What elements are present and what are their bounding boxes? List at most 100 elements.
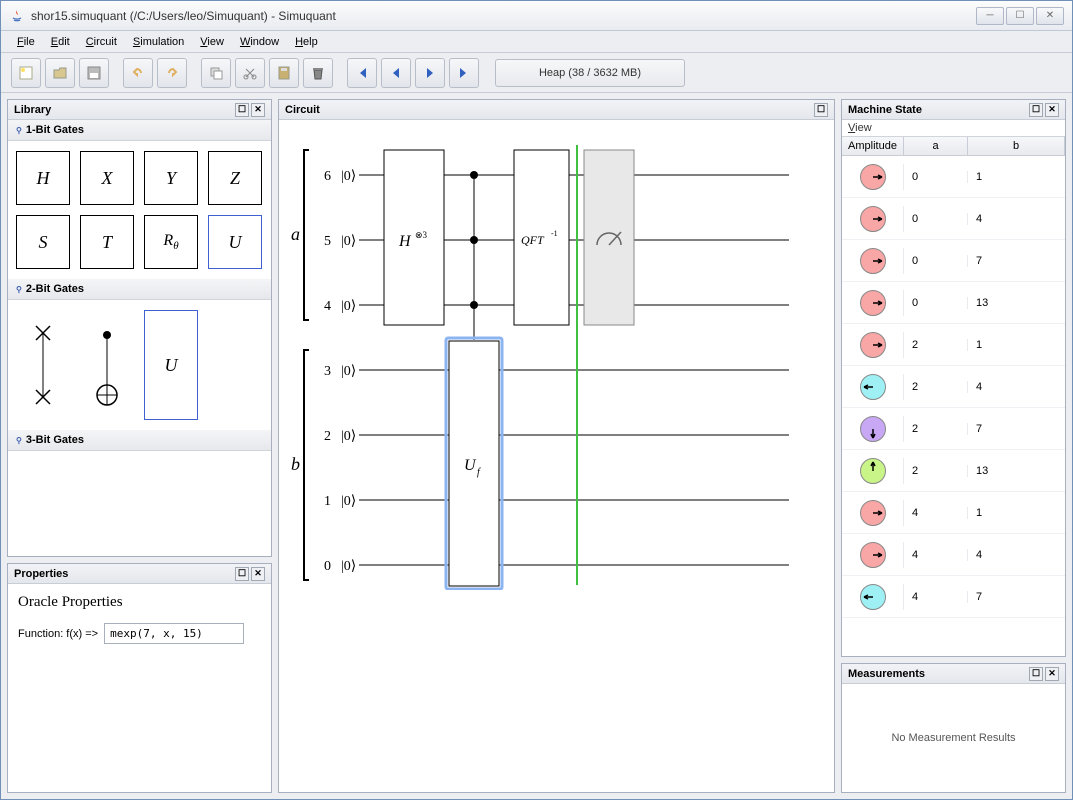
cut-button[interactable]	[235, 58, 265, 88]
state-row[interactable]: 41	[842, 492, 1065, 534]
machine-state-panel: Machine State ☐ ✕ View Amplitude a b 010…	[841, 99, 1066, 657]
menu-simulation[interactable]: Simulation	[127, 34, 190, 50]
new-button[interactable]	[11, 58, 41, 88]
state-row[interactable]: 47	[842, 576, 1065, 618]
java-icon	[9, 8, 25, 24]
svg-text:|0⟩: |0⟩	[341, 299, 356, 314]
menu-help[interactable]: Help	[289, 34, 324, 50]
state-row[interactable]: 27	[842, 408, 1065, 450]
state-header: Amplitude a b	[842, 137, 1065, 156]
svg-text:U: U	[464, 457, 477, 474]
gate-y[interactable]: Y	[144, 151, 198, 205]
svg-text:1: 1	[324, 494, 331, 509]
svg-text:3: 3	[324, 364, 331, 379]
gate-swap[interactable]	[16, 315, 70, 415]
svg-text:b: b	[291, 454, 300, 474]
section-3bit[interactable]: ⚲3-Bit Gates	[8, 430, 271, 451]
undo-button[interactable]	[123, 58, 153, 88]
measurements-title: Measurements	[848, 668, 1027, 680]
gate-cnot[interactable]	[80, 315, 134, 415]
svg-text:6: 6	[324, 169, 331, 184]
gate-rtheta[interactable]: Rθ	[144, 215, 198, 269]
section-1bit[interactable]: ⚲1-Bit Gates	[8, 120, 271, 141]
gate-z[interactable]: Z	[208, 151, 262, 205]
properties-heading: Oracle Properties	[18, 594, 261, 611]
menu-circuit[interactable]: Circuit	[80, 34, 123, 50]
gate-h[interactable]: H	[16, 151, 70, 205]
titlebar: shor15.simuquant (/C:/Users/leo/Simuquan…	[1, 1, 1072, 31]
menu-window[interactable]: Window	[234, 34, 285, 50]
gate-cu[interactable]: U	[144, 310, 198, 420]
menu-view[interactable]: View	[194, 34, 230, 50]
paste-button[interactable]	[269, 58, 299, 88]
last-button[interactable]	[449, 58, 479, 88]
state-row[interactable]: 04	[842, 198, 1065, 240]
panel-close-button[interactable]: ✕	[1045, 667, 1059, 681]
copy-button[interactable]	[201, 58, 231, 88]
svg-text:|0⟩: |0⟩	[341, 234, 356, 249]
save-button[interactable]	[79, 58, 109, 88]
svg-text:⊗3: ⊗3	[415, 230, 428, 240]
svg-text:5: 5	[324, 234, 331, 249]
properties-title: Properties	[14, 568, 233, 580]
toolbar: Heap (38 / 3632 MB)	[1, 53, 1072, 93]
circuit-canvas[interactable]: a b 6 |0⟩ 5 |0⟩ 4 |0⟩	[279, 120, 834, 792]
app-window: shor15.simuquant (/C:/Users/leo/Simuquan…	[0, 0, 1073, 800]
panel-dock-button[interactable]: ☐	[1029, 667, 1043, 681]
state-row[interactable]: 44	[842, 534, 1065, 576]
open-button[interactable]	[45, 58, 75, 88]
measurements-msg: No Measurement Results	[842, 684, 1065, 792]
state-row[interactable]: 213	[842, 450, 1065, 492]
svg-text:4: 4	[324, 299, 331, 314]
svg-text:|0⟩: |0⟩	[341, 559, 356, 574]
gate-t[interactable]: T	[80, 215, 134, 269]
state-row[interactable]: 07	[842, 240, 1065, 282]
svg-text:0: 0	[324, 559, 331, 574]
menu-file[interactable]: File	[11, 34, 41, 50]
properties-panel: Properties ☐ ✕ Oracle Properties Functio…	[7, 563, 272, 793]
redo-button[interactable]	[157, 58, 187, 88]
svg-text:H: H	[398, 233, 412, 250]
panel-dock-button[interactable]: ☐	[235, 567, 249, 581]
state-row[interactable]: 013	[842, 282, 1065, 324]
window-title: shor15.simuquant (/C:/Users/leo/Simuquan…	[31, 9, 976, 23]
state-row[interactable]: 01	[842, 156, 1065, 198]
panel-dock-button[interactable]: ☐	[814, 103, 828, 117]
svg-text:a: a	[291, 224, 300, 244]
panel-close-button[interactable]: ✕	[251, 567, 265, 581]
circuit-title: Circuit	[285, 104, 812, 116]
section-2bit[interactable]: ⚲2-Bit Gates	[8, 279, 271, 300]
menu-edit[interactable]: Edit	[45, 34, 76, 50]
svg-text:|0⟩: |0⟩	[341, 169, 356, 184]
panel-dock-button[interactable]: ☐	[1029, 103, 1043, 117]
svg-text:2: 2	[324, 429, 331, 444]
svg-text:|0⟩: |0⟩	[341, 364, 356, 379]
next-button[interactable]	[415, 58, 445, 88]
svg-text:|0⟩: |0⟩	[341, 429, 356, 444]
panel-close-button[interactable]: ✕	[251, 103, 265, 117]
measurements-panel: Measurements ☐ ✕ No Measurement Results	[841, 663, 1066, 793]
panel-close-button[interactable]: ✕	[1045, 103, 1059, 117]
prev-button[interactable]	[381, 58, 411, 88]
svg-text:-1: -1	[551, 229, 558, 238]
function-label: Function: f(x) =>	[18, 628, 98, 640]
state-row[interactable]: 24	[842, 366, 1065, 408]
gate-s[interactable]: S	[16, 215, 70, 269]
svg-text:QFT: QFT	[521, 233, 545, 247]
heap-indicator[interactable]: Heap (38 / 3632 MB)	[495, 59, 685, 87]
circuit-panel: Circuit ☐ a b 6 |0⟩	[278, 99, 835, 793]
minimize-button[interactable]: ─	[976, 7, 1004, 25]
machine-state-title: Machine State	[848, 104, 1027, 116]
state-view-menu[interactable]: View	[842, 120, 1065, 137]
panel-dock-button[interactable]: ☐	[235, 103, 249, 117]
state-rows[interactable]: 010407013212427213414447	[842, 156, 1065, 656]
delete-button[interactable]	[303, 58, 333, 88]
gate-x[interactable]: X	[80, 151, 134, 205]
maximize-button[interactable]: ☐	[1006, 7, 1034, 25]
state-row[interactable]: 21	[842, 324, 1065, 366]
gate-u[interactable]: U	[208, 215, 262, 269]
function-input[interactable]	[104, 623, 244, 644]
first-button[interactable]	[347, 58, 377, 88]
close-button[interactable]: ✕	[1036, 7, 1064, 25]
svg-text:|0⟩: |0⟩	[341, 494, 356, 509]
